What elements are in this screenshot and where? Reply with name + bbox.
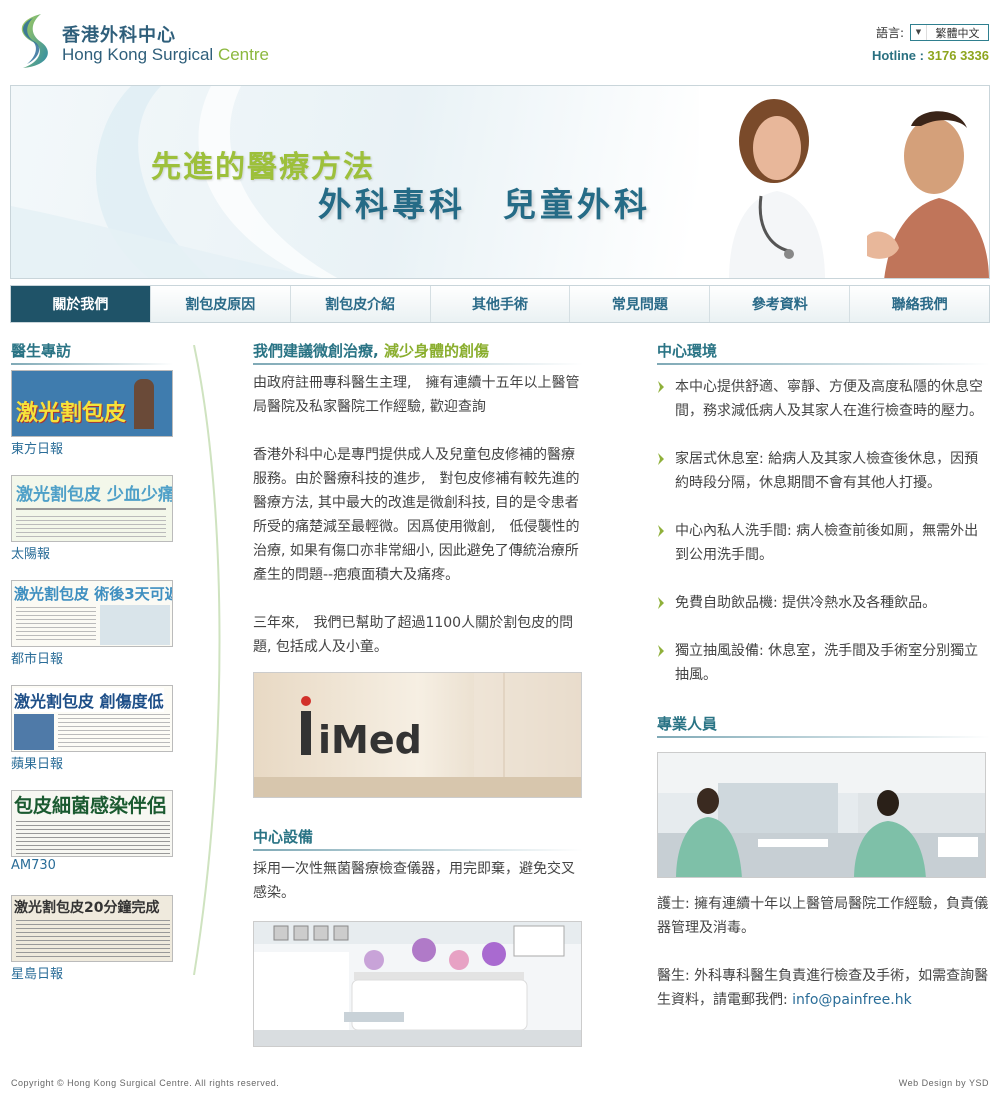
press-item[interactable]: 激光割包皮 術後3天可返工 都市日報 xyxy=(11,580,173,667)
press-clipping-image: 包皮細菌感染伴侶 xyxy=(11,790,173,857)
press-clipping-image: 激光割包皮20分鐘完成 xyxy=(11,895,173,962)
press-label[interactable]: 星島日報 xyxy=(11,963,173,982)
about-title-part1: 我們建議微創治療, xyxy=(253,342,379,360)
clinic-reception-photo: iMed xyxy=(253,672,582,798)
about-section-title: 我們建議微創治療, 減少身體的創傷 xyxy=(253,340,583,365)
press-label[interactable]: 蘋果日報 xyxy=(11,753,173,772)
brand-name-en-part2: Centre xyxy=(217,45,269,64)
brand-name-en-part1: Hong Kong Surgical xyxy=(62,45,214,64)
language-value: 繁體中文 xyxy=(935,26,980,40)
environment-item-text: 家居式休息室: 給病人及其家人檢查後休息，因預約時段分隔，休息期間不會有其他人打… xyxy=(675,451,979,491)
environment-item: 家居式休息室: 給病人及其家人檢查後休息，因預約時段分隔，休息期間不會有其他人打… xyxy=(657,447,990,495)
nav-item-references[interactable]: 參考資料 xyxy=(710,286,851,322)
press-column: 醫生專訪 激光割包皮 東方日報 激光割包皮 少血少痛 太陽報 激光割包皮 術後3… xyxy=(11,340,221,982)
logo-mark-icon xyxy=(21,14,48,68)
about-paragraph: 三年來, 我們已幫助了超過1100人關於割包皮的問題, 包括成人及小童。 xyxy=(253,615,574,655)
environment-item: 免費自助飲品機: 提供冷熱水及各種飲品。 xyxy=(657,591,990,615)
nav-item-other-surgery[interactable]: 其他手術 xyxy=(431,286,571,322)
bullet-arrow-icon xyxy=(658,645,664,657)
hero-banner: 先進的醫療方法 外科專科 兒童外科 xyxy=(10,85,990,279)
about-title-part2: 減少身體的創傷 xyxy=(383,342,489,360)
press-item[interactable]: 包皮細菌感染伴侶 AM730 xyxy=(11,790,173,873)
press-item[interactable]: 激光割包皮 創傷度低 蘋果日報 xyxy=(11,685,173,772)
email-link[interactable]: info@painfree.hk xyxy=(792,992,912,1008)
facility-section-title: 中心設備 xyxy=(253,826,583,851)
press-clipping-image: 激光割包皮 少血少痛 xyxy=(11,475,173,542)
environment-section-title: 中心環境 xyxy=(657,340,990,365)
press-headline: 包皮細菌感染伴侶 xyxy=(14,795,167,817)
press-label[interactable]: 都市日報 xyxy=(11,648,173,667)
press-item[interactable]: 激光割包皮 少血少痛 太陽報 xyxy=(11,475,173,562)
press-section-title: 醫生專訪 xyxy=(11,340,173,365)
staff-section-title: 專業人員 xyxy=(657,713,990,738)
environment-item: 本中心提供舒適、寧靜、方便及高度私隱的休息空間，務求減低病人及其家人在進行檢查時… xyxy=(657,375,990,423)
banner-subheadline: 外科專科 兒童外科 xyxy=(318,185,651,224)
press-clipping-image: 激光割包皮 xyxy=(11,370,173,437)
nav-item-about[interactable]: 關於我們 xyxy=(11,286,151,322)
bullet-arrow-icon xyxy=(658,381,664,393)
environment-item-text: 中心內私人洗手間: 病人檢查前後如厠，無需外出到公用洗手間。 xyxy=(675,523,979,563)
chevron-down-icon: ▼ xyxy=(911,25,927,40)
bullet-arrow-icon xyxy=(658,525,664,537)
environment-item-text: 本中心提供舒適、寧靜、方便及高度私隱的休息空間，務求減低病人及其家人在進行檢查時… xyxy=(675,379,983,419)
environment-column: 中心環境 本中心提供舒適、寧靜、方便及高度私隱的休息空間，務求減低病人及其家人在… xyxy=(657,340,990,1012)
environment-item: 中心內私人洗手間: 病人檢查前後如厠，無需外出到公用洗手間。 xyxy=(657,519,990,567)
main-nav: 關於我們 割包皮原因 割包皮介紹 其他手術 常見問題 參考資料 聯絡我們 xyxy=(10,285,990,323)
nav-item-circumcision-reasons[interactable]: 割包皮原因 xyxy=(151,286,291,322)
environment-item-text: 免費自助飲品機: 提供冷熱水及各種飲品。 xyxy=(675,595,937,611)
staff-lab-photo xyxy=(657,752,986,878)
language-switcher: 語言: ▼ 繁體中文 xyxy=(876,24,989,41)
environment-item: 獨立抽風設備: 休息室，洗手間及手術室分別獨立抽風。 xyxy=(657,639,990,687)
press-clipping-image: 激光割包皮 術後3天可返工 xyxy=(11,580,173,647)
bullet-arrow-icon xyxy=(658,597,664,609)
web-design-credit[interactable]: Web Design by YSD xyxy=(899,1078,989,1088)
press-headline: 激光割包皮 少血少痛 xyxy=(16,485,173,505)
press-label[interactable]: AM730 xyxy=(11,858,173,873)
doctor-text: 醫生: 外科專科醫生負責進行檢查及手術，如需查詢醫生資料，請電郵我們: info… xyxy=(657,964,990,1012)
language-label: 語言: xyxy=(875,26,904,40)
press-item[interactable]: 激光割包皮 東方日報 xyxy=(11,370,173,457)
copyright: Copyright © Hong Kong Surgical Centre. A… xyxy=(11,1078,280,1088)
press-item[interactable]: 激光割包皮20分鐘完成 星島日報 xyxy=(11,895,173,982)
about-column: 我們建議微創治療, 減少身體的創傷 由政府註冊專科醫生主理, 擁有連續十五年以上… xyxy=(253,340,583,1047)
banner-doctor-patient-image xyxy=(699,86,989,278)
nav-item-circumcision-intro[interactable]: 割包皮介紹 xyxy=(291,286,431,322)
hotline-label: Hotline : xyxy=(871,48,928,63)
column-divider-curve xyxy=(193,345,221,975)
language-select[interactable]: ▼ 繁體中文 xyxy=(910,24,989,41)
press-clipping-image: 激光割包皮 創傷度低 xyxy=(11,685,173,752)
hotline: Hotline : 3176 3336 xyxy=(872,48,989,63)
press-headline: 激光割包皮 xyxy=(16,401,127,426)
nav-item-faq[interactable]: 常見問題 xyxy=(570,286,711,322)
press-label[interactable]: 東方日報 xyxy=(11,438,173,457)
about-paragraph: 由政府註冊專科醫生主理, 擁有連續十五年以上醫管局醫院及私家醫院工作經驗, 歡迎… xyxy=(253,375,580,415)
waiting-room-photo xyxy=(253,921,582,1047)
environment-item-text: 獨立抽風設備: 休息室，洗手間及手術室分別獨立抽風。 xyxy=(675,643,979,683)
site-logo[interactable]: 香港外科中心 Hong Kong Surgical Centre xyxy=(11,12,291,72)
brand-name-en: Hong Kong Surgical Centre xyxy=(62,45,269,65)
press-headline: 激光割包皮 創傷度低 xyxy=(14,688,164,712)
nurse-text: 護士: 擁有連續十年以上醫管局醫院工作經驗，負責儀器管理及消毒。 xyxy=(657,896,989,936)
about-paragraph: 香港外科中心是專門提供成人及兒童包皮修補的醫療服務。由於醫療科技的進步, 對包皮… xyxy=(253,447,580,583)
nav-item-contact[interactable]: 聯絡我們 xyxy=(850,286,989,322)
bullet-arrow-icon xyxy=(658,453,664,465)
press-label[interactable]: 太陽報 xyxy=(11,543,173,562)
clinic-logo-text: iMed xyxy=(318,718,422,762)
press-headline: 激光割包皮 術後3天可返工 xyxy=(14,585,172,603)
press-headline: 激光割包皮20分鐘完成 xyxy=(14,900,160,916)
hotline-number: 3176 3336 xyxy=(927,48,989,63)
brand-name-zh: 香港外科中心 xyxy=(62,25,176,46)
facility-text: 採用一次性無菌醫療檢查儀器，用完即棄，避免交叉感染。 xyxy=(253,861,575,901)
